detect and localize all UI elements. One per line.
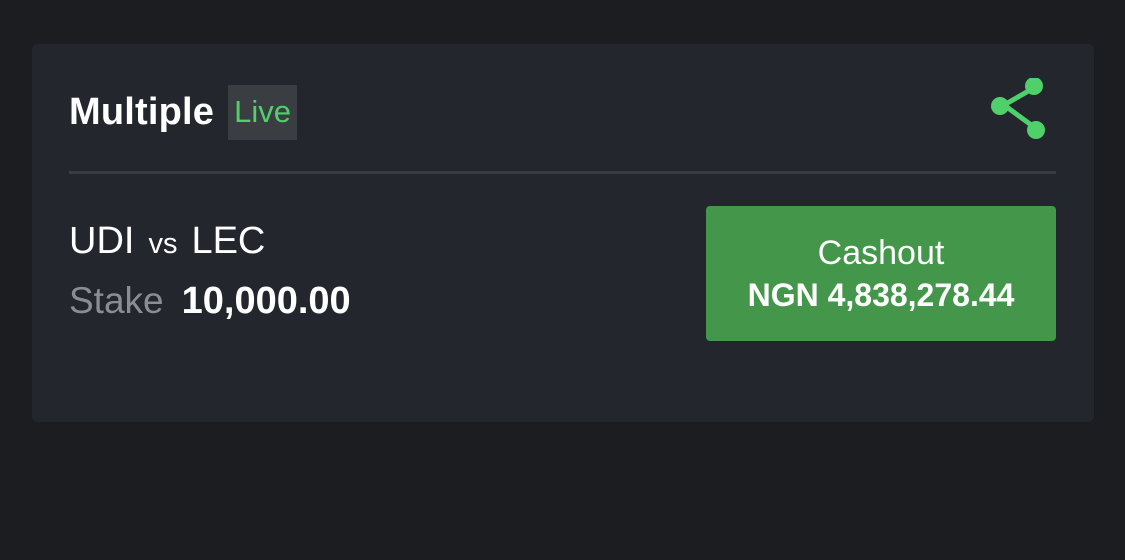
stake-label: Stake — [69, 280, 164, 321]
bet-header: Multiple Live — [69, 84, 298, 140]
stake-row: Stake 10,000.00 — [69, 280, 351, 323]
bet-type-title: Multiple — [69, 90, 215, 133]
away-team: LEC — [191, 220, 266, 262]
match-title: UDI vs LEC — [69, 220, 265, 263]
share-button[interactable] — [988, 77, 1052, 142]
cashout-amount: NGN 4,838,278.44 — [747, 276, 1015, 313]
live-badge: Live — [228, 84, 298, 140]
cashout-button[interactable]: Cashout NGN 4,838,278.44 — [706, 206, 1056, 341]
header-divider — [69, 171, 1056, 174]
share-icon — [991, 77, 1045, 139]
bet-card: Multiple Live UDI vs LEC Stake 10,000.00… — [32, 44, 1094, 422]
stake-value: 10,000.00 — [181, 280, 351, 322]
cashout-label: Cashout — [817, 233, 945, 272]
home-team: UDI — [69, 220, 135, 262]
versus-label: vs — [148, 228, 178, 260]
